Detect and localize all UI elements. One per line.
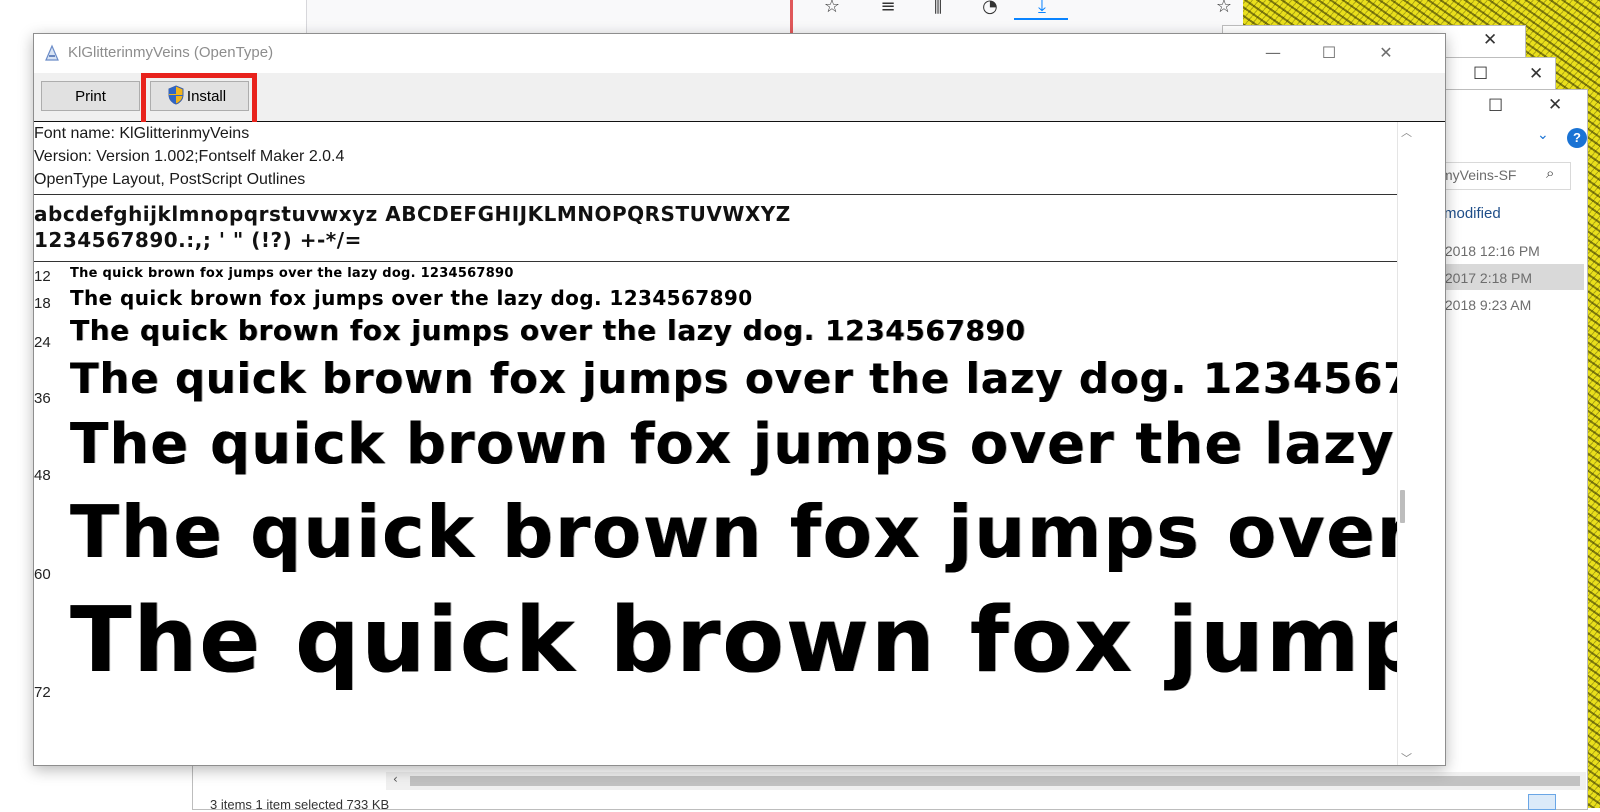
file-date-2: /2017 2:18 PM: [1441, 270, 1533, 286]
close-icon[interactable]: ✕: [1483, 30, 1497, 50]
sample-text-12: The quick brown fox jumps over the lazy …: [70, 266, 514, 281]
bookmark-star-icon-2[interactable]: ☆: [1210, 0, 1238, 20]
font-viewer-toolbar: Print Install: [34, 73, 1445, 129]
explorer-maximize-icon[interactable]: ☐: [1488, 96, 1503, 116]
sample-size-label: 60: [34, 566, 51, 583]
scroll-down-arrow-icon[interactable]: ﹀: [1401, 750, 1412, 766]
divider: [34, 194, 1397, 195]
window-title: KlGlitterinmyVeins (OpenType): [68, 44, 274, 61]
font-file-icon: [45, 44, 59, 61]
title-bar[interactable]: KlGlitterinmyVeins (OpenType) — ☐ ✕: [34, 34, 1445, 73]
close-icon[interactable]: ✕: [1529, 64, 1543, 84]
charset-line-symbols: 1234567890.:,; ' " (!?) +-*/=: [34, 228, 362, 252]
sample-size-label: 18: [34, 295, 51, 312]
sample-text-36: The quick brown fox jumps over the lazy …: [70, 354, 1397, 403]
minimize-icon[interactable]: —: [1250, 40, 1296, 66]
sample-size-label: 72: [34, 684, 51, 701]
scroll-left-arrow-icon[interactable]: ‹: [393, 772, 398, 786]
downloads-arrow-icon[interactable]: ⤓: [1028, 0, 1056, 20]
sample-text-48: The quick brown fox jumps over the lazy …: [70, 412, 1397, 477]
explorer-scrollbar-thumb[interactable]: [410, 776, 1580, 786]
help-icon[interactable]: ?: [1567, 128, 1587, 148]
ribbon-expand-chevron-icon[interactable]: ⌄: [1537, 127, 1549, 143]
library-icon[interactable]: ⫼: [924, 0, 952, 20]
font-name-label: Font name: KlGlitterinmyVeins: [34, 125, 250, 142]
downloads-active-indicator: [1014, 18, 1068, 20]
sample-text-18: The quick brown fox jumps over the lazy …: [70, 286, 753, 310]
sample-size-label: 48: [34, 467, 51, 484]
close-icon[interactable]: ✕: [1363, 40, 1409, 66]
sample-text-72: The quick brown fox jumps ov: [70, 588, 1397, 693]
explorer-search-text[interactable]: myVeins-SF: [1441, 167, 1516, 183]
scroll-up-arrow-icon[interactable]: ︿: [1401, 124, 1412, 140]
print-button[interactable]: Print: [41, 81, 140, 111]
install-button-highlight: [141, 73, 257, 129]
search-icon[interactable]: ⌕: [1546, 164, 1554, 182]
file-date-1: /2018 12:16 PM: [1441, 243, 1540, 259]
bookmark-star-icon[interactable]: ☆: [818, 0, 846, 20]
charset-line-letters: abcdefghijklmnopqrstuvwxyz ABCDEFGHIJKLM…: [34, 202, 791, 226]
maximize-icon[interactable]: ☐: [1306, 40, 1352, 66]
reader-list-icon[interactable]: ≡: [874, 0, 902, 20]
sample-text-60: The quick brown fox jumps over the: [70, 490, 1397, 574]
history-clock-icon[interactable]: ◔: [976, 0, 1004, 20]
sample-text-24: The quick brown fox jumps over the lazy …: [70, 314, 1026, 347]
divider: [34, 261, 1397, 262]
font-outlines-label: OpenType Layout, PostScript Outlines: [34, 171, 306, 188]
maximize-icon[interactable]: ☐: [1473, 64, 1488, 84]
vertical-scrollbar-thumb[interactable]: [1400, 490, 1405, 523]
font-version-label: Version: Version 1.002;Fontself Maker 2.…: [34, 148, 345, 165]
explorer-status-bar: 3 items 1 item selected 733 KB: [210, 797, 390, 812]
browser-tab-indicator: [790, 0, 793, 36]
uac-shield-icon: [168, 85, 184, 105]
vertical-scrollbar[interactable]: [1397, 122, 1415, 765]
sample-size-label: 36: [34, 390, 51, 407]
explorer-close-icon[interactable]: ✕: [1548, 95, 1562, 115]
font-viewer-window[interactable]: KlGlitterinmyVeins (OpenType) — ☐ ✕ Prin…: [33, 33, 1446, 766]
sample-size-label: 24: [34, 334, 51, 351]
file-date-3: /2018 9:23 AM: [1441, 297, 1532, 313]
font-preview-area[interactable]: Font name: KlGlitterinmyVeins Version: V…: [34, 122, 1397, 765]
sample-size-label: 12: [34, 268, 51, 285]
browser-toolbar: [306, 0, 1243, 36]
column-header-date-modified[interactable]: modified: [1444, 205, 1501, 222]
